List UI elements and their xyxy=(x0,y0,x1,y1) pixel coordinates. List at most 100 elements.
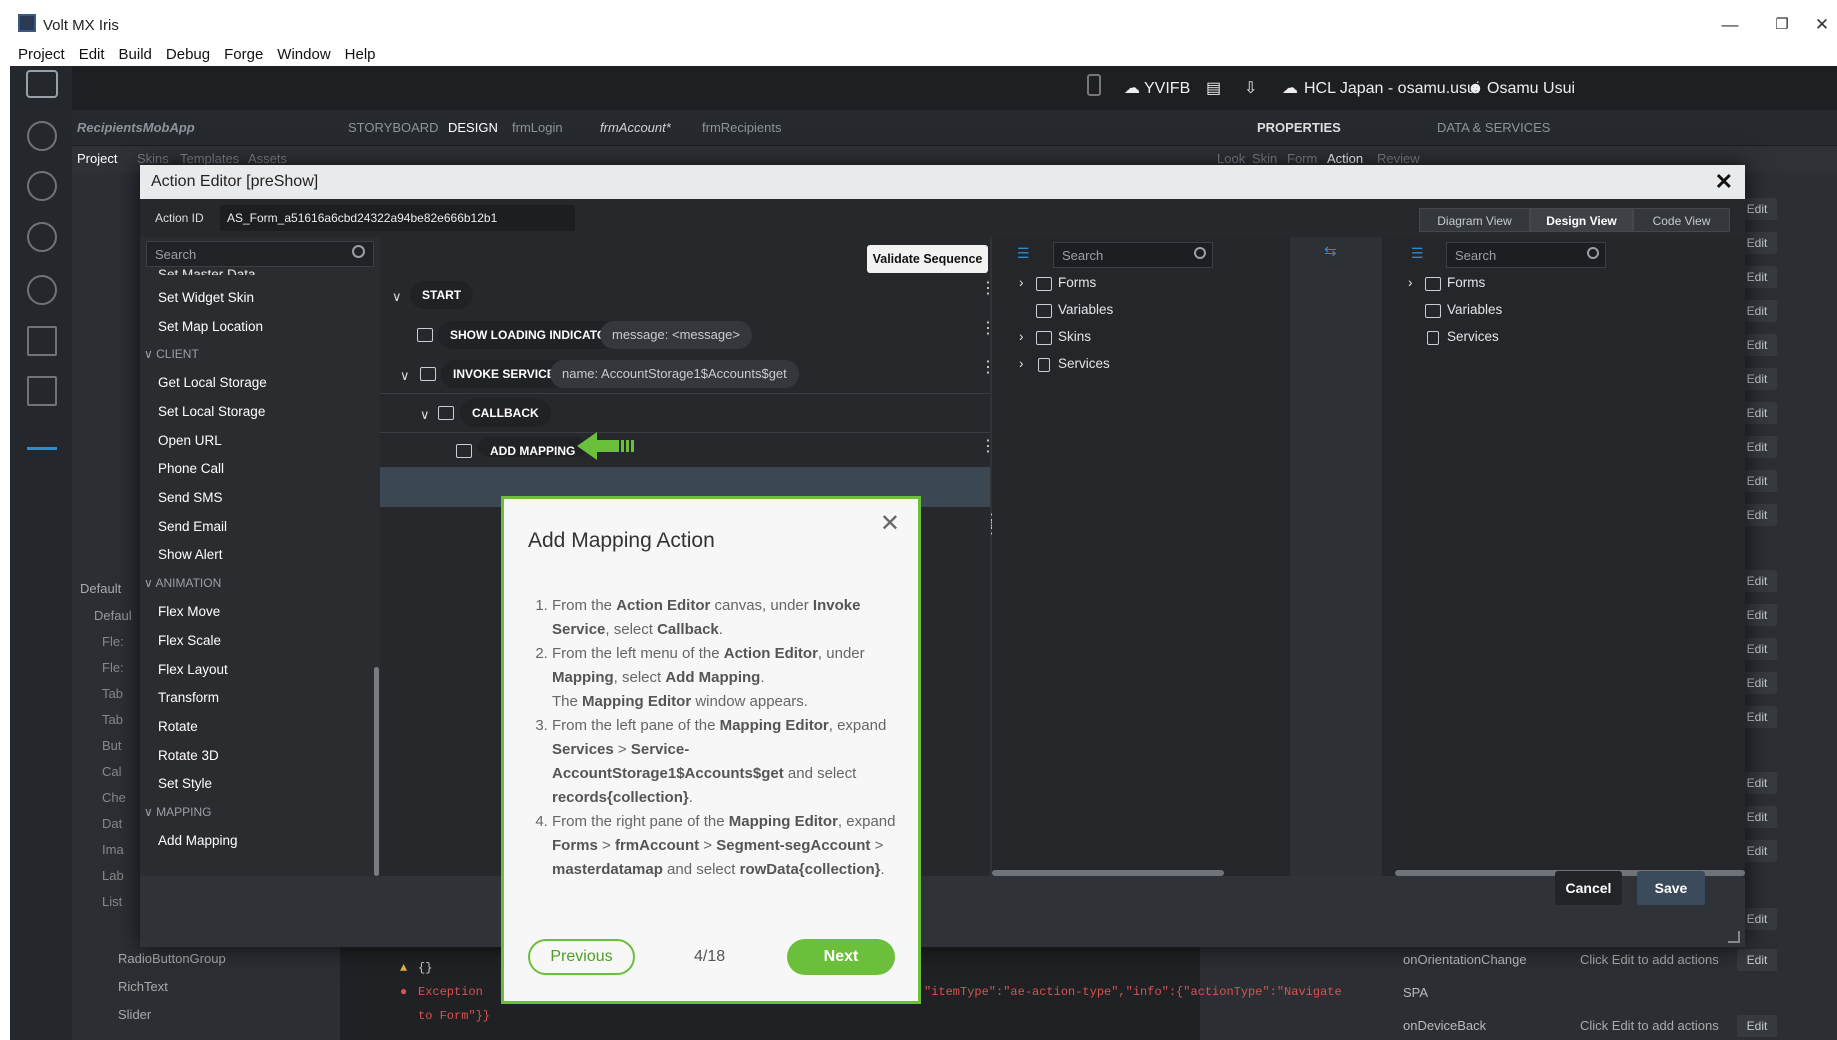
action-item-partial[interactable]: Set Master Data xyxy=(158,267,256,275)
search-icon[interactable] xyxy=(1194,247,1206,259)
tab-frmlogin[interactable]: frmLogin xyxy=(512,120,563,135)
node-start[interactable]: START xyxy=(410,281,474,309)
account-label[interactable]: HCL Japan - osamu.usui xyxy=(1304,74,1480,104)
action-item-add-mapping[interactable]: Add Mapping xyxy=(158,833,238,848)
project-tree-slider[interactable]: Slider xyxy=(118,1007,151,1022)
menu-project[interactable]: Project xyxy=(18,46,65,63)
previous-button[interactable]: Previous xyxy=(528,939,635,975)
project-tree-item[interactable]: Lab xyxy=(102,868,124,883)
action-item[interactable]: Show Alert xyxy=(158,547,223,562)
right-tree-search-input[interactable]: Search xyxy=(1446,242,1606,268)
search-icon[interactable] xyxy=(352,245,365,258)
project-tree-item[interactable]: Fle: xyxy=(102,634,124,649)
tree-expand-icon[interactable]: › xyxy=(1019,329,1024,344)
more-icon[interactable]: ⋮ xyxy=(980,439,996,455)
project-tree-item[interactable]: List xyxy=(102,894,122,909)
project-tree-item[interactable]: Ima xyxy=(102,842,124,857)
tree-item-forms[interactable]: Forms xyxy=(1447,275,1485,290)
node-param[interactable]: name: AccountStorage1$Accounts$get xyxy=(550,360,799,388)
node-param[interactable]: message: <message> xyxy=(600,321,752,349)
cancel-button[interactable]: Cancel xyxy=(1555,871,1622,905)
action-search-input[interactable]: Search xyxy=(146,241,374,267)
diagram-view-button[interactable]: Diagram View xyxy=(1419,208,1530,232)
download-icon[interactable]: ⇩ xyxy=(1244,74,1257,104)
action-list-scrollbar[interactable] xyxy=(374,667,379,876)
menu-forge[interactable]: Forge xyxy=(224,46,263,63)
action-item[interactable]: Rotate 3D xyxy=(158,748,219,763)
tab-project[interactable]: Project xyxy=(77,151,117,166)
tab-frmaccount[interactable]: frmAccount* xyxy=(600,120,671,135)
node-callback[interactable]: CALLBACK xyxy=(460,399,551,427)
user-name[interactable]: Osamu Usui xyxy=(1487,74,1575,104)
next-button[interactable]: Next xyxy=(787,939,895,975)
tree-item-forms[interactable]: Forms xyxy=(1058,275,1096,290)
menu-help[interactable]: Help xyxy=(345,46,376,63)
layout-icon[interactable] xyxy=(27,326,57,356)
project-tree-item[interactable]: Tab xyxy=(102,686,123,701)
project-tree-item[interactable]: Cal xyxy=(102,764,122,779)
project-tree-item[interactable]: Fle: xyxy=(102,660,124,675)
gear-icon[interactable] xyxy=(27,171,57,201)
tab-storyboard[interactable]: STORYBOARD xyxy=(348,120,439,135)
group-mapping[interactable]: ∨ MAPPING xyxy=(144,805,211,819)
project-tree-richtext[interactable]: RichText xyxy=(118,979,168,994)
filter-icon[interactable]: ☰ xyxy=(1017,245,1030,262)
tree-expand-icon[interactable]: › xyxy=(1408,275,1413,290)
tree-item-variables[interactable]: Variables xyxy=(1447,302,1502,317)
tab-review[interactable]: Review xyxy=(1377,151,1420,166)
gauge-icon[interactable] xyxy=(27,275,57,305)
left-tree-scrollbar[interactable] xyxy=(992,870,1224,876)
project-tree-item[interactable]: Defaul xyxy=(94,608,132,623)
tab-skins[interactable]: Skins xyxy=(137,151,169,166)
tab-skin[interactable]: Skin xyxy=(1252,151,1277,166)
tree-expand-icon[interactable]: › xyxy=(1019,275,1024,290)
tab-assets[interactable]: Assets xyxy=(248,151,287,166)
validate-sequence-button[interactable]: Validate Sequence xyxy=(867,245,988,273)
section-spa[interactable]: SPA xyxy=(1403,985,1428,1000)
node-show-loading-indicator[interactable]: SHOW LOADING INDICATOR xyxy=(438,321,627,349)
action-item[interactable]: Get Local Storage xyxy=(158,375,267,390)
tab-frmrecipients[interactable]: frmRecipients xyxy=(702,120,781,135)
menu-build[interactable]: Build xyxy=(119,46,152,63)
search-icon[interactable] xyxy=(1587,247,1599,259)
node-add-mapping[interactable]: ADD MAPPING xyxy=(478,437,588,457)
tab-look[interactable]: Look xyxy=(1217,151,1245,166)
menu-window[interactable]: Window xyxy=(277,46,330,63)
close-tutorial-icon[interactable]: ✕ xyxy=(880,509,900,538)
tab-form[interactable]: Form xyxy=(1287,151,1317,166)
design-view-button[interactable]: Design View xyxy=(1530,208,1633,232)
close-window-icon[interactable]: ✕ xyxy=(1802,11,1837,39)
more-icon[interactable]: ⋮ xyxy=(980,321,996,337)
clipboard-icon[interactable]: ▤ xyxy=(1206,74,1221,104)
tree-expand-icon[interactable]: › xyxy=(1019,356,1024,371)
project-tree-item[interactable]: Dat xyxy=(102,816,122,831)
swap-icon[interactable]: ⇆ xyxy=(1324,242,1337,260)
project-tree-item[interactable]: Che xyxy=(102,790,126,805)
filter-icon[interactable]: ☰ xyxy=(1411,245,1424,262)
tree-item-services[interactable]: Services xyxy=(1447,329,1499,344)
tree-item-services[interactable]: Services xyxy=(1058,356,1110,371)
more-icon[interactable]: ⋮ xyxy=(980,281,996,297)
group-client[interactable]: ∨ CLIENT xyxy=(144,347,199,361)
tab-action[interactable]: Action xyxy=(1327,151,1363,166)
action-item[interactable]: Flex Move xyxy=(158,604,220,619)
edit-button[interactable]: Edit xyxy=(1737,1015,1777,1037)
left-tree-search-input[interactable]: Search xyxy=(1053,242,1213,268)
tree-item-variables[interactable]: Variables xyxy=(1058,302,1113,317)
action-item[interactable]: Flex Layout xyxy=(158,662,228,677)
restore-icon[interactable]: ❐ xyxy=(1762,11,1802,39)
action-item[interactable]: Transform xyxy=(158,690,219,705)
aperture-icon[interactable] xyxy=(27,121,57,151)
tab-data-services[interactable]: DATA & SERVICES xyxy=(1437,120,1550,135)
tab-templates[interactable]: Templates xyxy=(180,151,239,166)
play-icon[interactable] xyxy=(27,222,57,252)
tree-item-skins[interactable]: Skins xyxy=(1058,329,1091,344)
project-tree-item[interactable]: But xyxy=(102,738,122,753)
action-item[interactable]: Open URL xyxy=(158,433,222,448)
app-name[interactable]: RecipientsMobApp xyxy=(77,120,195,135)
tab-properties[interactable]: PROPERTIES xyxy=(1257,120,1341,135)
code-view-button[interactable]: Code View xyxy=(1633,208,1730,232)
project-tree-radiobuttongroup[interactable]: RadioButtonGroup xyxy=(118,951,226,966)
resize-grip-icon[interactable] xyxy=(1728,931,1740,943)
chevron-down-icon[interactable]: ∨ xyxy=(420,407,430,423)
